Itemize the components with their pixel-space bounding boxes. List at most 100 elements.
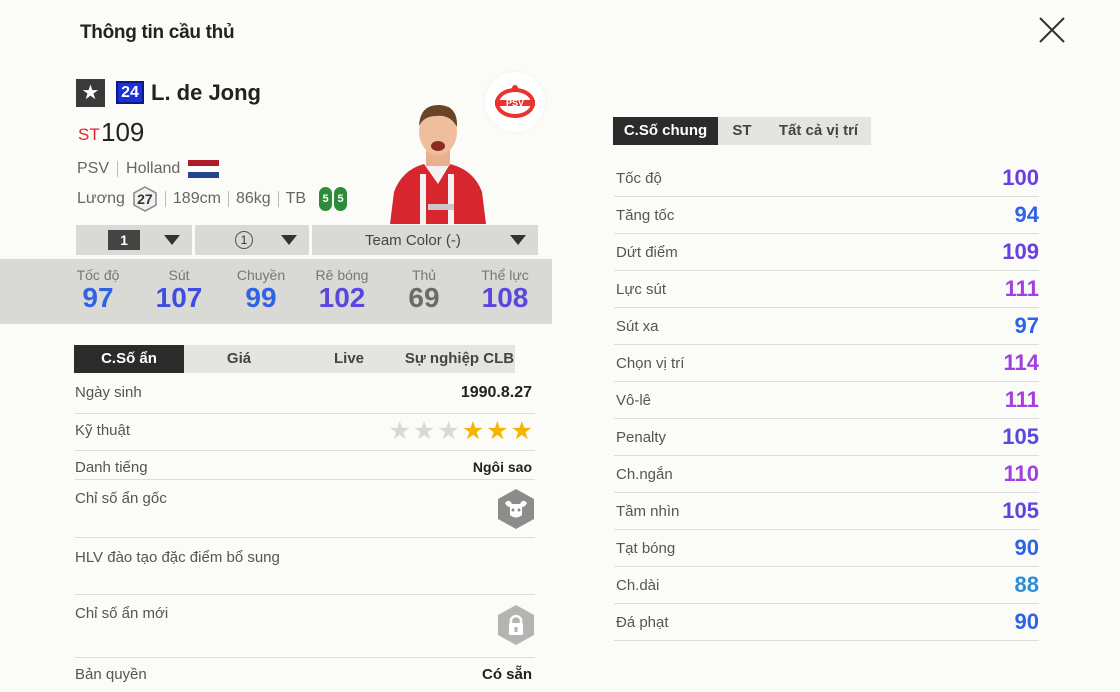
star-icon: ★ bbox=[461, 417, 485, 445]
stat-row: Tầm nhìn 105 bbox=[614, 493, 1039, 530]
stat-row: Vô-lê 111 bbox=[614, 382, 1039, 419]
summary-stats: Tốc độ 97 Sút 107 Chuyền 99 Rê bóng 102 … bbox=[0, 259, 552, 324]
tab-all-positions[interactable]: Tất cả vị trí bbox=[766, 117, 871, 145]
info-tabs: C.Số ẩn Giá Live Sự nghiệp CLB bbox=[74, 345, 515, 373]
summary-stat-label: Rê bóng bbox=[315, 267, 369, 283]
star-icon: ★ bbox=[412, 417, 436, 445]
stat-value: 110 bbox=[1003, 461, 1040, 486]
position-ovr: 109 bbox=[101, 117, 145, 147]
stat-label: Tăng tốc bbox=[616, 207, 675, 224]
stat-row: Chọn vị trí 114 bbox=[614, 345, 1039, 382]
chevron-down-icon bbox=[164, 235, 180, 245]
left-foot-icon: 5 bbox=[319, 187, 333, 211]
team-color-value: Team Color (-) bbox=[365, 231, 461, 249]
team-chem-dropdown[interactable]: 1 bbox=[195, 225, 309, 255]
license-label: Bản quyền bbox=[75, 666, 147, 683]
physical-row: Lương 27 189cm 86kg TB 5 5 bbox=[77, 186, 348, 212]
stat-label: Ch.ngắn bbox=[616, 466, 673, 483]
tab-general-stats[interactable]: C.Số chung bbox=[613, 117, 718, 145]
level-dropdown[interactable]: 1 bbox=[76, 225, 192, 255]
fame-label: Danh tiếng bbox=[75, 459, 148, 476]
divider bbox=[164, 191, 166, 207]
fame-value: Ngôi sao bbox=[472, 459, 532, 475]
tab-position-st[interactable]: ST bbox=[718, 117, 766, 145]
hidden-orig-label: Chỉ số ẩn gốc bbox=[75, 490, 167, 507]
summary-stat-pace: Tốc độ 97 bbox=[58, 267, 138, 313]
netherlands-flag-icon bbox=[188, 160, 220, 178]
tab-hidden-stats[interactable]: C.Số ẩn bbox=[74, 345, 184, 373]
star-icon: ★ bbox=[510, 417, 533, 445]
skill-stars: ★ ★ ★ ★ ★ ★ bbox=[388, 418, 533, 444]
summary-stat-value: 107 bbox=[155, 282, 203, 313]
stat-value: 88 bbox=[1014, 572, 1039, 597]
star-icon: ★ bbox=[486, 417, 509, 445]
stat-value: 105 bbox=[1002, 424, 1039, 449]
chevron-down-icon bbox=[281, 235, 297, 245]
stat-value: 94 bbox=[1014, 202, 1039, 227]
skill-label: Kỹ thuật bbox=[75, 422, 131, 439]
skill-row: Kỹ thuật ★ ★ ★ ★ ★ ★ bbox=[75, 418, 535, 451]
stat-row: Đá phạt 90 bbox=[614, 604, 1039, 641]
salary-label: Lương bbox=[77, 190, 125, 207]
body-type: TB bbox=[285, 190, 307, 207]
stat-row: Dứt điểm 109 bbox=[614, 234, 1039, 271]
summary-stat-dribbling: Rê bóng 102 bbox=[302, 267, 382, 313]
right-foot-icon: 5 bbox=[334, 187, 348, 211]
page-title: Thông tin cầu thủ bbox=[80, 22, 235, 43]
summary-stat-label: Thể lực bbox=[481, 267, 529, 283]
summary-stat-value: 69 bbox=[408, 282, 440, 313]
nation-name: Holland bbox=[126, 160, 181, 177]
coach-row: HLV đào tạo đặc điểm bổ sung bbox=[75, 549, 535, 595]
summary-stat-defending: Thủ 69 bbox=[384, 267, 464, 313]
stat-value: 90 bbox=[1014, 609, 1039, 634]
summary-stat-shooting: Sút 107 bbox=[139, 267, 219, 313]
hidden-new-row: Chỉ số ẩn mới bbox=[75, 605, 535, 658]
divider bbox=[277, 191, 279, 207]
buffalo-trait-icon[interactable] bbox=[497, 488, 535, 530]
divider bbox=[227, 191, 229, 207]
stat-label: Tầm nhìn bbox=[616, 503, 680, 520]
stat-tabs: C.Số chung ST Tất cả vị trí bbox=[613, 117, 871, 145]
coach-label: HLV đào tạo đặc điểm bổ sung bbox=[75, 549, 280, 566]
stat-row: Ch.ngắn 110 bbox=[614, 456, 1039, 493]
star-icon: ★ bbox=[76, 79, 105, 107]
birth-row: Ngày sinh 1990.8.27 bbox=[75, 384, 535, 414]
weight-value: 86kg bbox=[235, 190, 271, 207]
team-color-dropdown[interactable]: Team Color (-) bbox=[312, 225, 538, 255]
star-icon: ★ bbox=[388, 417, 411, 445]
stat-label: Ch.dài bbox=[616, 577, 660, 594]
stat-row: Ch.dài 88 bbox=[614, 567, 1039, 604]
summary-stat-physical: Thể lực 108 bbox=[465, 267, 545, 313]
stat-row: Penalty 105 bbox=[614, 419, 1039, 456]
height-value: 189cm bbox=[172, 190, 221, 207]
stat-label: Tốc độ bbox=[616, 170, 662, 187]
hidden-new-label: Chỉ số ẩn mới bbox=[75, 605, 169, 622]
club-nation-row: PSV Holland bbox=[77, 160, 220, 178]
tab-price[interactable]: Giá bbox=[184, 345, 294, 373]
stat-label: Lực sút bbox=[616, 281, 667, 298]
summary-stat-value: 99 bbox=[245, 282, 277, 313]
stat-label: Tạt bóng bbox=[616, 540, 676, 557]
team-chem-value: 1 bbox=[235, 231, 253, 249]
stat-value: 97 bbox=[1014, 313, 1039, 338]
stat-row: Tăng tốc 94 bbox=[614, 197, 1039, 234]
close-button[interactable] bbox=[1036, 14, 1068, 46]
summary-stat-label: Thủ bbox=[411, 267, 437, 283]
season-badge: 24 bbox=[116, 81, 144, 104]
hidden-orig-row: Chỉ số ẩn gốc bbox=[75, 488, 535, 538]
star-icon: ★ bbox=[437, 417, 460, 445]
birth-value: 1990.8.27 bbox=[460, 384, 532, 401]
stat-value: 109 bbox=[1002, 239, 1039, 264]
club-logo: PSV bbox=[485, 72, 545, 132]
player-photo bbox=[388, 100, 488, 224]
stat-row: Tạt bóng 90 bbox=[614, 530, 1039, 567]
stat-row: Lực sút 111 bbox=[614, 271, 1039, 308]
summary-stat-label: Sút bbox=[168, 267, 190, 283]
tab-club-career[interactable]: Sự nghiệp CLB bbox=[404, 345, 515, 373]
tab-live[interactable]: Live bbox=[294, 345, 404, 373]
stat-row: Tốc độ 100 bbox=[614, 160, 1039, 197]
stat-label: Vô-lê bbox=[616, 392, 652, 409]
psv-crest-icon: PSV bbox=[495, 85, 535, 118]
salary-value: 27 bbox=[137, 191, 153, 207]
stat-row: Sút xa 97 bbox=[614, 308, 1039, 345]
